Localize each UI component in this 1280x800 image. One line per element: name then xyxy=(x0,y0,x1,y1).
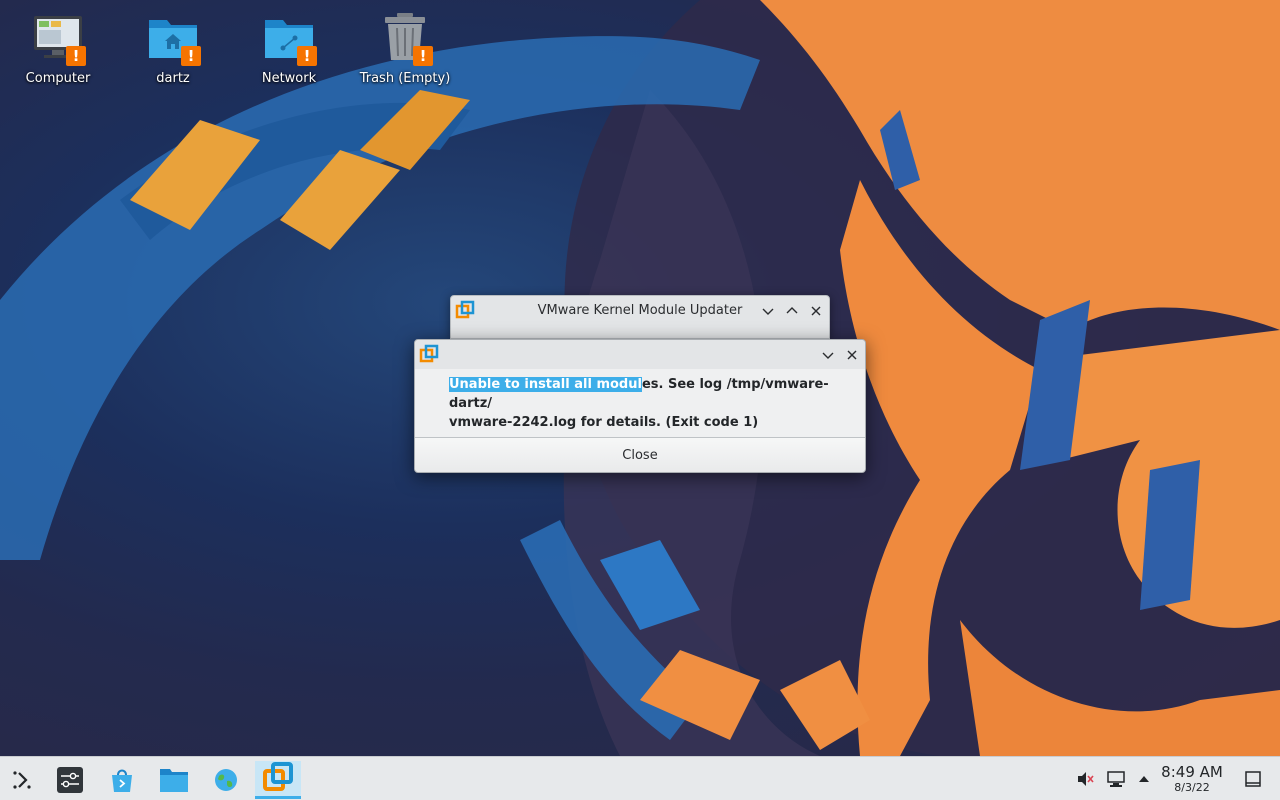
web-browser-icon[interactable] xyxy=(206,761,246,799)
home-folder-icon: ! xyxy=(145,10,201,66)
warning-badge-icon: ! xyxy=(297,46,317,66)
window-titlebar[interactable]: VMware Kernel Module Updater xyxy=(451,296,829,325)
application-launcher-icon[interactable] xyxy=(2,761,42,799)
vmware-icon xyxy=(262,761,294,797)
selected-text: Unable to install all modul xyxy=(449,377,642,392)
network-folder-icon: ! xyxy=(261,10,317,66)
warning-badge-icon: ! xyxy=(181,46,201,66)
close-dialog-button[interactable] xyxy=(843,346,861,364)
dialog-titlebar[interactable] xyxy=(415,340,865,369)
minimize-button[interactable] xyxy=(759,302,777,320)
network-wired-icon[interactable] xyxy=(1105,768,1127,790)
message-text-line2: vmware-2242.log for details. (Exit code … xyxy=(449,415,759,430)
file-manager-icon[interactable] xyxy=(154,761,194,799)
error-message[interactable]: Unable to install all modules. See log /… xyxy=(449,375,849,432)
vmware-taskbar-item[interactable] xyxy=(255,761,301,799)
desktop-icon-label: Computer xyxy=(25,71,91,86)
kernel-module-updater-window[interactable]: VMware Kernel Module Updater xyxy=(450,295,830,339)
trash-icon: ! xyxy=(377,10,433,66)
desktop-icon-label: Trash (Empty) xyxy=(359,71,451,86)
volume-muted-icon[interactable] xyxy=(1074,768,1096,790)
desktop-icon-trash[interactable]: ! Trash (Empty) xyxy=(355,10,455,96)
minimize-button[interactable] xyxy=(819,346,837,364)
warning-badge-icon: ! xyxy=(413,46,433,66)
close-button[interactable]: Close xyxy=(415,437,865,472)
close-window-button[interactable] xyxy=(807,302,825,320)
taskbar: 8:49 AM 8/3/22 xyxy=(0,756,1280,800)
system-settings-icon[interactable] xyxy=(50,761,90,799)
desktop-icon-network[interactable]: ! Network xyxy=(239,10,339,96)
expand-tray-arrow-icon[interactable] xyxy=(1133,768,1155,790)
desktop-icon-label: Network xyxy=(261,71,317,86)
show-desktop-icon[interactable] xyxy=(1242,768,1264,790)
warning-badge-icon: ! xyxy=(66,46,86,66)
error-dialog[interactable]: Unable to install all modules. See log /… xyxy=(414,339,866,473)
vmware-icon xyxy=(419,344,439,364)
desktop-icon-dartz[interactable]: ! dartz xyxy=(123,10,223,96)
clock-date[interactable]: 8/3/22 xyxy=(1154,781,1230,794)
computer-icon: ! xyxy=(30,10,86,66)
discover-store-icon[interactable] xyxy=(102,761,142,799)
maximize-button[interactable] xyxy=(783,302,801,320)
desktop-icon-computer[interactable]: ! Computer xyxy=(8,10,108,96)
desktop-icon-label: dartz xyxy=(156,71,190,86)
clock-time[interactable]: 8:49 AM xyxy=(1154,763,1230,781)
